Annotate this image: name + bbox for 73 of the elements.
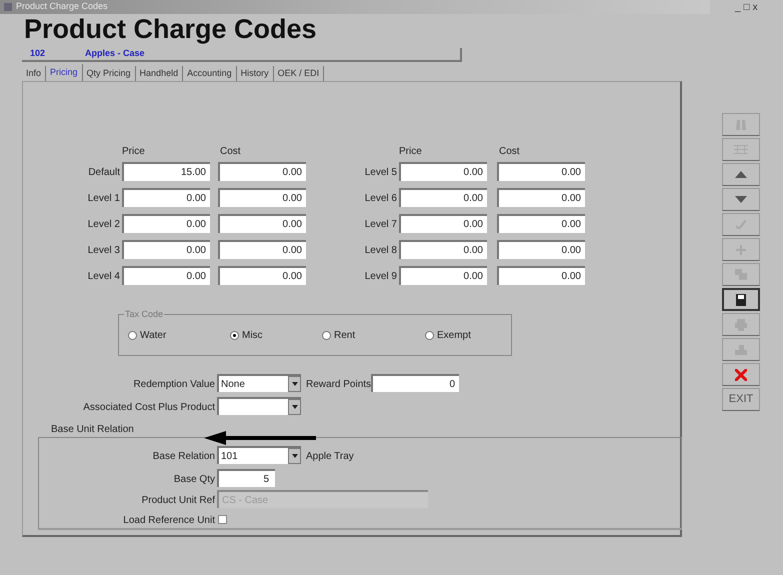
price-field[interactable]: 0.00 xyxy=(399,214,487,233)
field-label: Level 2 xyxy=(86,218,120,232)
price-field[interactable]: 0.00 xyxy=(399,188,487,207)
cost-field[interactable]: 0.00 xyxy=(218,188,306,207)
next-button[interactable] xyxy=(722,188,760,211)
column-header: Price xyxy=(399,145,422,159)
check-icon xyxy=(736,220,746,229)
price-field[interactable]: 0.00 xyxy=(399,240,487,259)
field-label: Base Relation xyxy=(152,450,215,464)
price-field[interactable]: 0.00 xyxy=(122,214,210,233)
save-button[interactable] xyxy=(722,288,760,311)
redemption-dropdown[interactable]: None xyxy=(217,374,301,392)
field-label: Associated Cost Plus Product xyxy=(82,401,215,415)
column-header: Cost xyxy=(499,145,520,159)
close-button[interactable]: x xyxy=(752,3,758,13)
record-name: Apples - Case xyxy=(85,47,145,60)
maximize-button[interactable]: □ xyxy=(744,3,750,13)
field-label: Default xyxy=(87,166,120,180)
checkbox[interactable] xyxy=(218,515,227,524)
cost-field[interactable]: 0.00 xyxy=(218,214,306,233)
plus-icon xyxy=(736,244,746,254)
base-qty-field[interactable]: 5 xyxy=(217,469,275,487)
cost-field[interactable]: 0.00 xyxy=(497,162,585,181)
cost-field[interactable]: 0.00 xyxy=(218,240,306,259)
field-label: Level 5 xyxy=(364,166,397,180)
column-header: Cost xyxy=(220,145,241,159)
price-field[interactable]: 0.00 xyxy=(399,162,487,181)
field-label: Redemption Value xyxy=(132,378,215,392)
field-label: Base Qty xyxy=(172,473,215,487)
cost-field[interactable]: 0.00 xyxy=(218,162,306,181)
page-heading: Product Charge Codes xyxy=(24,16,317,43)
copy-icon xyxy=(735,269,747,280)
field-label: Level 4 xyxy=(86,270,120,284)
grid-icon xyxy=(734,145,748,154)
radio-label: Water xyxy=(140,329,166,343)
previous-button[interactable] xyxy=(722,163,760,186)
window-title: Product Charge Codes xyxy=(16,0,108,14)
field-label: Load Reference Unit xyxy=(122,514,215,528)
down-triangle-icon xyxy=(735,196,747,203)
field-label: Level 9 xyxy=(364,270,397,284)
field-label: Product Unit Ref xyxy=(140,494,215,508)
field-label: Level 6 xyxy=(364,192,397,206)
reward-points-field[interactable]: 0 xyxy=(371,374,459,392)
base-relation-dropdown[interactable]: 101 xyxy=(217,446,301,464)
price-field[interactable]: 0.00 xyxy=(122,188,210,207)
window-icon xyxy=(4,3,12,11)
radio-label: Rent xyxy=(334,329,356,343)
cost-field[interactable]: 0.00 xyxy=(218,266,306,285)
radio-label: Misc xyxy=(242,329,263,343)
cost-field[interactable]: 0.00 xyxy=(497,214,585,233)
field-label: Level 3 xyxy=(86,244,120,258)
up-triangle-icon xyxy=(735,171,747,178)
x-icon xyxy=(735,368,747,380)
record-code: 102 xyxy=(30,47,46,60)
cost-field[interactable]: 0.00 xyxy=(497,266,585,285)
field-label: Reward Points xyxy=(306,378,372,392)
cost-field[interactable]: 0.00 xyxy=(497,188,585,207)
group-legend: Base Unit Relation xyxy=(51,422,134,437)
column-header: Price xyxy=(122,145,145,159)
field-label: Level 8 xyxy=(364,244,397,258)
cost-field[interactable]: 0.00 xyxy=(497,240,585,259)
price-field[interactable]: 0.00 xyxy=(399,266,487,285)
price-field[interactable]: 0.00 xyxy=(122,266,210,285)
delete-button[interactable] xyxy=(722,363,760,386)
field-label: Level 1 xyxy=(86,192,120,206)
price-field[interactable]: 15.00 xyxy=(122,162,210,181)
field-description: Apple Tray xyxy=(306,450,354,464)
cost-plus-product-dropdown[interactable] xyxy=(217,397,301,415)
price-field[interactable]: 0.00 xyxy=(122,240,210,259)
exit-button[interactable]: EXIT xyxy=(722,388,760,411)
field-label: Level 7 xyxy=(364,218,397,232)
minimize-button[interactable]: _ xyxy=(735,3,741,13)
radio-label: Exempt xyxy=(437,329,471,343)
